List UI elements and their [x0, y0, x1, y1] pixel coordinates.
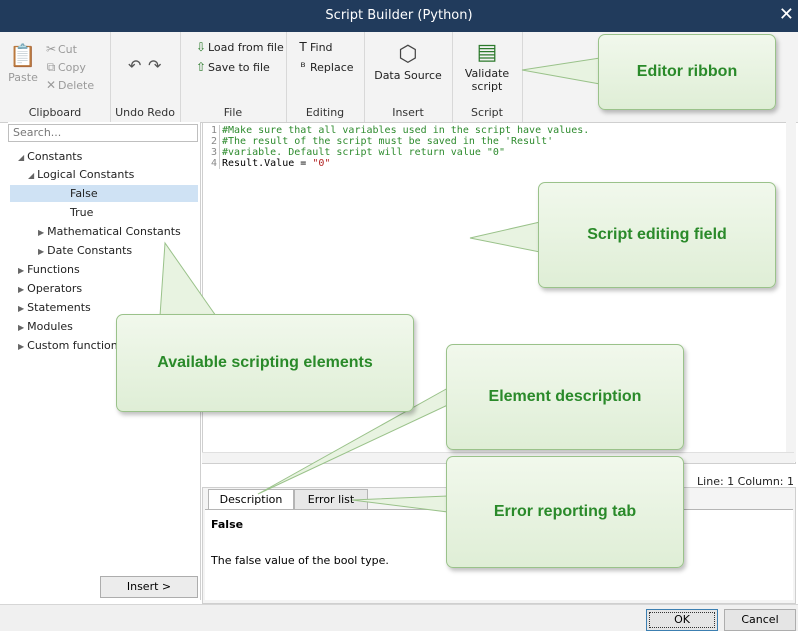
copy-icon: ⧉	[46, 60, 56, 74]
tree-item-true[interactable]: True	[70, 204, 93, 221]
window-title: Script Builder (Python)	[325, 8, 473, 23]
editor-vertical-scrollbar[interactable]	[786, 122, 796, 462]
validate-script-button[interactable]: ▤ Validate script	[460, 40, 514, 93]
description-text: The false value of the bool type.	[211, 554, 389, 567]
tree-item-functions[interactable]: ▶ Functions	[18, 261, 80, 278]
collapsed-arrow-icon: ▶	[38, 247, 45, 256]
expanded-arrow-icon: ◢	[18, 153, 25, 162]
copy-button[interactable]: ⧉ Copy	[44, 60, 86, 75]
undo-button[interactable]: ↶	[128, 56, 141, 75]
save-file-icon: ⇧	[195, 60, 207, 74]
undo-redo-group-label: Undo Redo	[115, 106, 175, 119]
title-bar: Script Builder (Python) ✕	[0, 0, 798, 32]
callout-element-description: Element description	[446, 344, 684, 450]
replace-icon: ᴮ	[300, 60, 306, 74]
insert-button[interactable]: Insert >	[100, 576, 198, 598]
data-source-icon: ⬡	[398, 42, 418, 67]
tree-item-mathematical-constants[interactable]: ▶ Mathematical Constants	[38, 223, 181, 240]
undo-redo-group: ↶ ↷ Undo Redo	[110, 32, 181, 122]
tree-item-date-constants[interactable]: ▶ Date Constants	[38, 242, 132, 259]
save-to-file-button[interactable]: ⇧ Save to file	[194, 60, 270, 74]
code-line: 1 #Make sure that all variables used in t…	[205, 125, 589, 136]
data-source-button[interactable]: ⬡ Data Source	[372, 42, 444, 82]
tree-item-logical-constants[interactable]: ◢ Logical Constants	[28, 166, 134, 183]
tab-error-list[interactable]: Error list	[294, 489, 368, 511]
expanded-arrow-icon: ◢	[28, 171, 35, 180]
callout-error-reporting-tab: Error reporting tab	[446, 456, 684, 568]
collapsed-arrow-icon: ▶	[18, 342, 25, 351]
redo-button[interactable]: ↷	[148, 56, 161, 75]
redo-icon: ↷	[148, 56, 162, 75]
find-button[interactable]: T Find	[296, 40, 332, 54]
code-line: 4 Result.Value = "0"	[205, 158, 330, 169]
code-line: 2 #The result of the script must be saved…	[205, 136, 553, 147]
cancel-button[interactable]: Cancel	[724, 609, 796, 631]
collapsed-arrow-icon: ▶	[18, 304, 25, 313]
collapsed-arrow-icon: ▶	[38, 228, 45, 237]
insert-group-label: Insert	[392, 106, 424, 119]
tree-item-constants[interactable]: ◢ Constants	[18, 148, 82, 165]
ok-button[interactable]: OK	[646, 609, 718, 631]
file-group-label: File	[223, 106, 243, 119]
cut-icon: ✂	[45, 42, 57, 56]
tree-item-operators[interactable]: ▶ Operators	[18, 280, 82, 297]
tab-description[interactable]: Description	[208, 489, 294, 510]
callout-available-scripting-elements: Available scripting elements	[116, 314, 414, 412]
delete-icon: ✕	[45, 78, 57, 92]
search-input[interactable]: Search...	[8, 124, 198, 142]
script-group-label: Script	[471, 106, 503, 119]
validate-script-icon: ▤	[476, 40, 498, 65]
file-group: ⇩ Load from file ⇧ Save to file File	[180, 32, 287, 122]
callout-editor-ribbon: Editor ribbon	[598, 34, 776, 110]
replace-button[interactable]: ᴮ Replace	[296, 60, 353, 74]
description-title: False	[211, 518, 244, 531]
collapsed-arrow-icon: ▶	[18, 323, 25, 332]
collapsed-arrow-icon: ▶	[18, 266, 25, 275]
tree-item-false[interactable]: False	[10, 185, 198, 202]
clipboard-group: 📋 Paste ✂ Cut ⧉ Copy ✕ Delete Clipboard	[0, 32, 111, 122]
paste-icon: 📋	[9, 44, 37, 69]
tree-item-modules[interactable]: ▶ Modules	[18, 318, 73, 335]
tree-item-custom-functions[interactable]: ▶ Custom functions	[18, 337, 123, 354]
cut-button[interactable]: ✂ Cut	[44, 42, 77, 56]
paste-button[interactable]: 📋 Paste	[8, 44, 38, 84]
load-file-icon: ⇩	[195, 40, 207, 54]
callout-script-editing-field: Script editing field	[538, 182, 776, 288]
code-line: 3 #variable. Default script will return v…	[205, 147, 505, 158]
editing-group: T Find ᴮ Replace Editing	[286, 32, 365, 122]
find-icon: T	[299, 40, 307, 54]
insert-group: ⬡ Data Source Insert	[364, 32, 453, 122]
script-group: ▤ Validate script Script	[452, 32, 523, 122]
undo-icon: ↶	[128, 56, 142, 75]
editing-group-label: Editing	[305, 106, 345, 119]
close-icon[interactable]: ✕	[779, 4, 794, 25]
collapsed-arrow-icon: ▶	[18, 285, 25, 294]
delete-button[interactable]: ✕ Delete	[44, 78, 94, 92]
tree-item-statements[interactable]: ▶ Statements	[18, 299, 91, 316]
load-from-file-button[interactable]: ⇩ Load from file	[194, 40, 284, 54]
clipboard-group-label: Clipboard	[28, 106, 82, 119]
